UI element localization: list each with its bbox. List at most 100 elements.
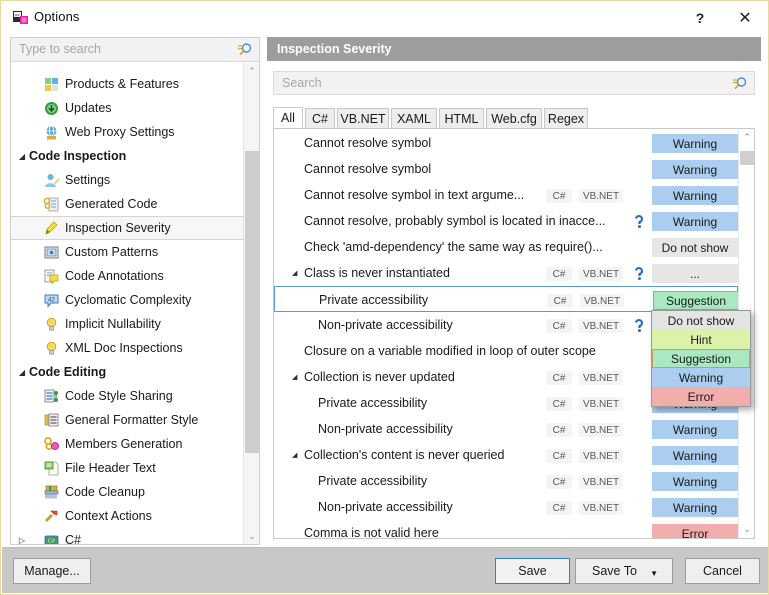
language-chip-vbnet: VB.NET: [579, 423, 623, 437]
language-chip-csharp: C#: [546, 319, 572, 333]
sidebar-scrollbar[interactable]: ⌃ ⌄: [243, 63, 259, 544]
severity-selector[interactable]: Warning: [652, 420, 738, 439]
save-button[interactable]: Save: [495, 558, 570, 584]
tab-vb-net[interactable]: VB.NET: [337, 108, 389, 129]
sidebar-item-context-actions[interactable]: Context Actions: [11, 504, 243, 528]
settings-tree[interactable]: Products & Features Updates Web Proxy Sett…: [11, 63, 243, 544]
severity-selector[interactable]: Error: [652, 524, 738, 538]
sidebar-item-file-header-text[interactable]: File Header Text: [11, 456, 243, 480]
save-to-button[interactable]: Save To ▼: [575, 558, 673, 584]
help-question-icon[interactable]: [632, 318, 647, 333]
severity-option-hint[interactable]: Hint: [652, 330, 750, 349]
sidebar-item-general-formatter-style[interactable]: General Formatter Style: [11, 408, 243, 432]
sidebar-item-settings[interactable]: Settings: [11, 168, 243, 192]
list-scroll-thumb[interactable]: [740, 151, 754, 165]
inspection-row[interactable]: Private accessibility C# VB.NET Suggestion: [274, 286, 738, 312]
severity-option-error[interactable]: Error: [652, 387, 750, 406]
inspection-row[interactable]: Non-private accessibility C# VB.NET Warning: [274, 416, 738, 442]
sidebar-item-custom-patterns[interactable]: Custom Patterns: [11, 240, 243, 264]
inspection-search-box[interactable]: [273, 71, 755, 95]
inspection-row[interactable]: Non-private accessibility C# VB.NET Warning: [274, 494, 738, 520]
sidebar-item-xml-doc-inspections[interactable]: XML Doc Inspections: [11, 336, 243, 360]
inspection-row[interactable]: Check 'amd-dependency' the same way as r…: [274, 234, 738, 260]
inspection-row[interactable]: Comma is not valid here Error: [274, 520, 738, 538]
tab-c-[interactable]: C#: [305, 108, 335, 129]
language-chip-csharp: C#: [546, 267, 572, 281]
sidebar-item-c[interactable]: ▷ C# C#: [11, 528, 243, 544]
file-header-icon: [43, 460, 60, 477]
sidebar-scroll-up-arrow[interactable]: ⌃: [244, 63, 260, 79]
inspection-row[interactable]: Private accessibility C# VB.NET Warning: [274, 468, 738, 494]
help-question-icon[interactable]: [632, 214, 647, 229]
severity-option-suggestion[interactable]: Suggestion: [652, 349, 750, 368]
sidebar-item-label: Updates: [65, 101, 112, 115]
panel-title: Inspection Severity: [277, 42, 392, 56]
severity-option-warning[interactable]: Warning: [652, 368, 750, 387]
sidebar-item-products-features[interactable]: Products & Features: [11, 72, 243, 96]
manage-button[interactable]: Manage...: [13, 558, 91, 584]
inspection-row[interactable]: ◢ Class is never instantiated C# VB.NET...: [274, 260, 738, 286]
tab-regex[interactable]: Regex: [544, 108, 588, 129]
inspection-name: Private accessibility: [318, 474, 428, 488]
window-title: Options: [34, 9, 80, 24]
severity-selector[interactable]: Warning: [652, 498, 738, 517]
severity-selector[interactable]: Warning: [652, 446, 738, 465]
severity-selector[interactable]: Suggestion: [653, 291, 738, 310]
sidebar-item-members-generation[interactable]: Members Generation: [11, 432, 243, 456]
inspection-row[interactable]: Cannot resolve symbol in text argume... C…: [274, 182, 738, 208]
twisty-expanded-icon[interactable]: ◢: [292, 269, 301, 278]
tab-html[interactable]: HTML: [439, 108, 484, 129]
sidebar-item-generated-code[interactable]: Generated Code: [11, 192, 243, 216]
help-button[interactable]: ?: [685, 6, 715, 30]
sidebar-item-code-style-sharing[interactable]: Code Style Sharing: [11, 384, 243, 408]
severity-option-donotshow[interactable]: Do not show: [652, 311, 750, 330]
language-tabs[interactable]: All C# VB.NET XAML HTML Web.cfg Regex: [273, 107, 755, 129]
twisty-expanded-icon[interactable]: ◢: [292, 451, 301, 460]
sidebar-item-web-proxy-settings[interactable]: Web Proxy Settings: [11, 120, 243, 144]
sidebar-search-input[interactable]: [19, 42, 219, 56]
inspection-row[interactable]: Cannot resolve symbol Warning: [274, 130, 738, 156]
tab-all[interactable]: All: [273, 107, 303, 129]
formatter-style-icon: [43, 412, 60, 429]
inspection-row[interactable]: Cannot resolve, probably symbol is locat…: [274, 208, 738, 234]
list-scroll-down-arrow[interactable]: ⌄: [739, 521, 754, 537]
severity-selector[interactable]: Warning: [652, 134, 738, 153]
twisty-collapsed-icon[interactable]: ▷: [15, 533, 29, 545]
sidebar-item-updates[interactable]: Updates: [11, 96, 243, 120]
inspection-row[interactable]: ◢ Collection's content is never queried C#…: [274, 442, 738, 468]
code-style-sharing-icon: [43, 388, 60, 405]
inspection-search-input[interactable]: [282, 76, 702, 90]
severity-dropdown-menu[interactable]: Do not show Hint Suggestion Warning Error: [651, 310, 751, 407]
severity-selector[interactable]: ...: [652, 264, 738, 283]
sidebar-scroll-down-arrow[interactable]: ⌄: [244, 528, 260, 544]
sidebar-item-code-cleanup[interactable]: Code Cleanup: [11, 480, 243, 504]
severity-selector[interactable]: Warning: [652, 186, 738, 205]
sidebar-scroll-thumb[interactable]: [245, 151, 259, 453]
twisty-expanded-icon[interactable]: ◢: [292, 373, 301, 382]
severity-selector[interactable]: Warning: [652, 212, 738, 231]
sidebar-item-cyclomatic-complexity[interactable]: 42 Cyclomatic Complexity: [11, 288, 243, 312]
sidebar-item-code-editing[interactable]: ◢ Code Editing: [11, 360, 243, 384]
severity-selector[interactable]: Warning: [652, 160, 738, 179]
sidebar-search-box[interactable]: [11, 38, 259, 62]
inspection-name: Check 'amd-dependency' the same way as r…: [304, 240, 603, 254]
severity-selector[interactable]: Warning: [652, 472, 738, 491]
sidebar-item-implicit-nullability[interactable]: Implicit Nullability: [11, 312, 243, 336]
help-question-icon[interactable]: [632, 266, 647, 281]
sidebar-item-label: Inspection Severity: [65, 221, 171, 235]
sidebar-item-inspection-severity[interactable]: Inspection Severity: [11, 216, 243, 240]
list-scroll-up-arrow[interactable]: ⌃: [739, 129, 754, 145]
twisty-expanded-icon[interactable]: ◢: [15, 149, 29, 163]
sidebar-item-code-inspection[interactable]: ◢ Code Inspection: [11, 144, 243, 168]
sidebar-item-code-annotations[interactable]: Code Annotations: [11, 264, 243, 288]
inspection-row[interactable]: Cannot resolve symbol Warning: [274, 156, 738, 182]
tab-web-cfg[interactable]: Web.cfg: [486, 108, 542, 129]
cancel-button[interactable]: Cancel: [685, 558, 760, 584]
severity-selector[interactable]: Do not show: [652, 238, 738, 257]
close-button[interactable]: ✕: [730, 6, 760, 30]
sidebar-item-label: File Header Text: [65, 461, 156, 475]
tab-xaml[interactable]: XAML: [391, 108, 437, 129]
twisty-expanded-icon[interactable]: ◢: [15, 365, 29, 379]
